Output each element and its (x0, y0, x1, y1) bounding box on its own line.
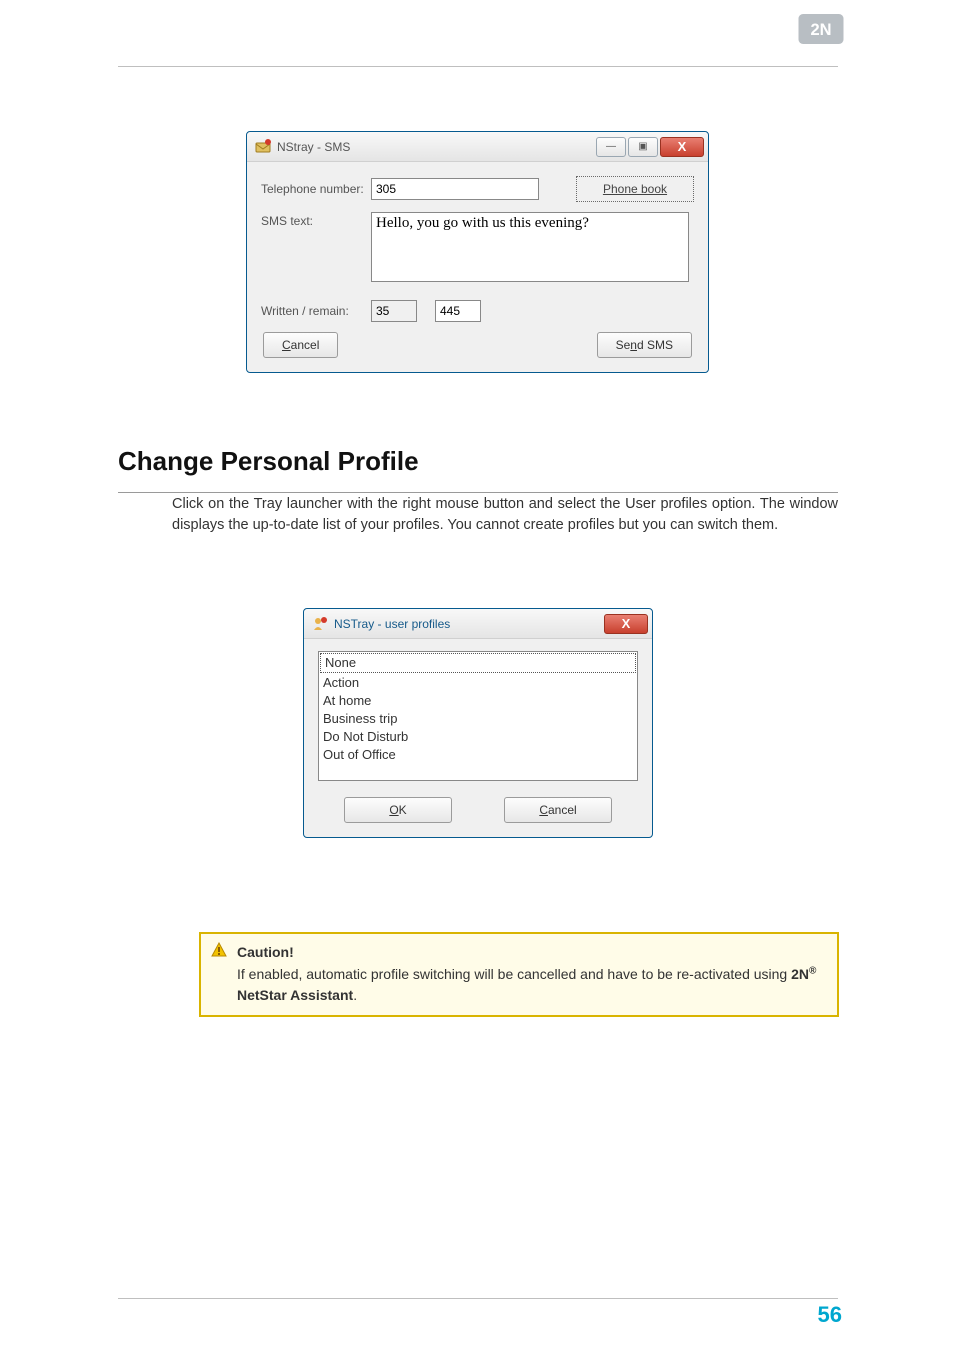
svg-text:2N: 2N (810, 21, 831, 39)
ok-button[interactable]: OK (344, 797, 452, 823)
list-item[interactable]: Out of Office (319, 746, 637, 764)
close-button[interactable]: X (660, 137, 704, 157)
app-icon (312, 616, 328, 632)
sms-dialog: NStray - SMS — ▣ X Telephone number: Pho… (246, 131, 709, 373)
profiles-listbox[interactable]: None Action At home Business trip Do Not… (318, 651, 638, 781)
written-count (371, 300, 417, 322)
header-divider (118, 66, 838, 67)
list-item[interactable]: None (320, 653, 636, 673)
caution-title: Caution! (237, 942, 825, 962)
sms-title: NStray - SMS (277, 140, 594, 154)
list-item[interactable]: Do Not Disturb (319, 728, 637, 746)
telephone-input[interactable] (371, 178, 539, 200)
footer-divider (118, 1298, 838, 1299)
cancel-button[interactable]: Cancel (263, 332, 338, 358)
remain-count (435, 300, 481, 322)
profiles-title: NSTray - user profiles (334, 617, 602, 631)
send-sms-button[interactable]: Send SMS (597, 332, 692, 358)
section-body: Click on the Tray launcher with the righ… (172, 494, 838, 536)
phone-book-button[interactable]: Phone book (576, 176, 694, 202)
cancel-button[interactable]: Cancel (504, 797, 612, 823)
list-item[interactable]: Action (319, 674, 637, 692)
maximize-button[interactable]: ▣ (628, 137, 658, 157)
list-item[interactable]: At home (319, 692, 637, 710)
written-remain-label: Written / remain: (261, 304, 371, 318)
section-divider (118, 492, 838, 493)
profiles-dialog: NSTray - user profiles X None Action At … (303, 608, 653, 838)
brand-logo: 2N (798, 14, 844, 44)
list-item[interactable]: Business trip (319, 710, 637, 728)
section-heading: Change Personal Profile (118, 446, 419, 477)
profiles-titlebar: NSTray - user profiles X (304, 609, 652, 639)
app-icon (255, 139, 271, 155)
warning-icon (211, 942, 227, 958)
caution-box: Caution! If enabled, automatic profile s… (199, 932, 839, 1017)
sms-text-input[interactable]: Hello, you go with us this evening? (371, 212, 689, 282)
close-button[interactable]: X (604, 614, 648, 634)
sms-titlebar: NStray - SMS — ▣ X (247, 132, 708, 162)
minimize-button[interactable]: — (596, 137, 626, 157)
sms-text-label: SMS text: (261, 212, 371, 228)
caution-body: If enabled, automatic profile switching … (237, 964, 825, 1005)
telephone-label: Telephone number: (261, 182, 371, 196)
page-number: 56 (818, 1302, 842, 1328)
